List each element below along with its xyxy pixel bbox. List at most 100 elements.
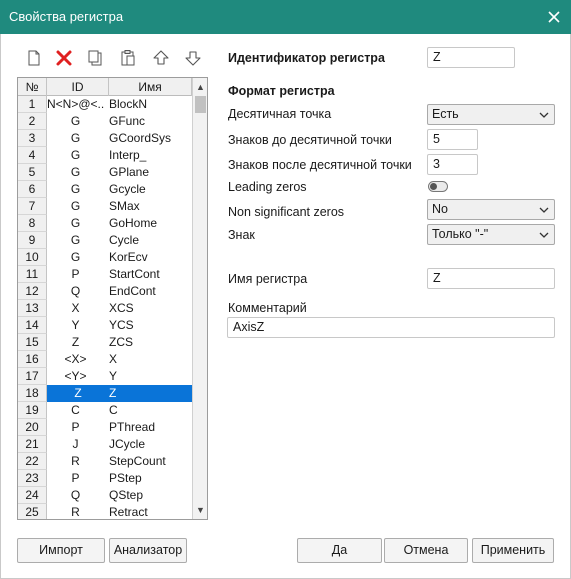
table-scrollbar[interactable]: ▲ ▼ xyxy=(192,78,207,519)
row-name: GCoordSys xyxy=(109,131,172,145)
table-row[interactable]: 20 P PThread xyxy=(18,419,192,436)
move-up-icon[interactable] xyxy=(152,49,170,67)
table-row[interactable]: 8 G GoHome xyxy=(18,215,192,232)
table-row[interactable]: 16 <X> X xyxy=(18,351,192,368)
leading-zeros-toggle[interactable] xyxy=(428,181,448,192)
comment-input[interactable]: AxisZ xyxy=(227,317,555,338)
table-row[interactable]: 25 R Retract xyxy=(18,504,192,519)
analyzer-button[interactable]: Анализатор xyxy=(109,538,187,563)
row-name: ZCS xyxy=(109,335,133,349)
import-button[interactable]: Импорт xyxy=(17,538,105,563)
table-row[interactable]: 21 J JCycle xyxy=(18,436,192,453)
row-number: 21 xyxy=(18,436,47,453)
row-name: SMax xyxy=(109,199,140,213)
apply-button[interactable]: Применить xyxy=(472,538,554,563)
table-row[interactable]: 12 Q EndCont xyxy=(18,283,192,300)
table-row[interactable]: 7 G SMax xyxy=(18,198,192,215)
row-number: 20 xyxy=(18,419,47,436)
row-number: 1 xyxy=(18,96,47,113)
table-row[interactable]: 14 Y YCS xyxy=(18,317,192,334)
register-table[interactable]: № ID Имя 1 N<N>@<... BlockN 2 G GFunc 3 G GCoord… xyxy=(17,77,208,520)
row-name: Interp_ xyxy=(109,148,147,162)
row-number: 23 xyxy=(18,470,47,487)
table-row[interactable]: 18 Z Z xyxy=(18,385,192,402)
column-header-num[interactable]: № xyxy=(18,78,47,96)
table-row[interactable]: 23 P PStep xyxy=(18,470,192,487)
table-row[interactable]: 1 N<N>@<... BlockN xyxy=(18,96,192,113)
new-file-icon[interactable] xyxy=(25,49,43,67)
move-down-icon[interactable] xyxy=(184,49,202,67)
table-row[interactable]: 22 R StepCount xyxy=(18,453,192,470)
table-header: № ID Имя xyxy=(18,78,192,96)
column-header-id[interactable]: ID xyxy=(47,78,109,96)
row-id: G xyxy=(70,165,81,179)
row-id: Y xyxy=(71,318,80,332)
table-row[interactable]: 24 Q QStep xyxy=(18,487,192,504)
row-number: 14 xyxy=(18,317,47,334)
table-row[interactable]: 11 P StartCont xyxy=(18,266,192,283)
table-row[interactable]: 5 G GPlane xyxy=(18,164,192,181)
row-id: G xyxy=(70,199,81,213)
row-id: Z xyxy=(71,335,80,349)
row-number: 25 xyxy=(18,504,47,519)
decimal-point-label: Десятичная точка xyxy=(228,107,332,121)
register-name-input[interactable]: Z xyxy=(427,268,555,289)
scrollbar-thumb[interactable] xyxy=(195,96,206,113)
table-row[interactable]: 3 G GCoordSys xyxy=(18,130,192,147)
row-id: R xyxy=(71,505,80,519)
column-header-name[interactable]: Имя xyxy=(109,78,192,96)
digits-before-input[interactable]: 5 xyxy=(427,129,478,150)
non-significant-zeros-select[interactable]: No xyxy=(427,199,555,220)
table-row[interactable]: 15 Z ZCS xyxy=(18,334,192,351)
row-name: QStep xyxy=(109,488,144,502)
leading-zeros-label: Leading zeros xyxy=(228,180,307,194)
sign-label: Знак xyxy=(228,228,255,242)
row-id: G xyxy=(70,114,81,128)
close-icon[interactable] xyxy=(543,6,565,28)
row-name: StartCont xyxy=(109,267,160,281)
comment-label: Комментарий xyxy=(228,301,307,315)
row-id: Q xyxy=(70,488,81,502)
copy-icon[interactable] xyxy=(86,49,104,67)
table-row[interactable]: 2 G GFunc xyxy=(18,113,192,130)
row-name: PStep xyxy=(109,471,142,485)
row-id: G xyxy=(70,182,81,196)
row-number: 18 xyxy=(18,385,47,402)
sign-select[interactable]: Только "-" xyxy=(427,224,555,245)
toggle-knob xyxy=(430,183,437,190)
row-name: XCS xyxy=(109,301,134,315)
paste-icon[interactable] xyxy=(119,49,137,67)
row-number: 24 xyxy=(18,487,47,504)
delete-icon[interactable] xyxy=(55,49,73,67)
row-number: 2 xyxy=(18,113,47,130)
row-id: P xyxy=(71,267,80,281)
table-row[interactable]: 10 G KorEcv xyxy=(18,249,192,266)
table-row[interactable]: 13 X XCS xyxy=(18,300,192,317)
row-name: PThread xyxy=(109,420,156,434)
decimal-point-select[interactable]: Есть xyxy=(427,104,555,125)
digits-after-input[interactable]: 3 xyxy=(427,154,478,175)
row-id: P xyxy=(71,420,80,434)
cancel-button[interactable]: Отмена xyxy=(384,538,468,563)
row-id: Q xyxy=(70,284,81,298)
table-row[interactable]: 9 G Cycle xyxy=(18,232,192,249)
row-number: 12 xyxy=(18,283,47,300)
row-id: X xyxy=(71,301,80,315)
row-number: 10 xyxy=(18,249,47,266)
identifier-input[interactable]: Z xyxy=(427,47,515,68)
row-name: EndCont xyxy=(109,284,156,298)
table-row[interactable]: 19 C C xyxy=(18,402,192,419)
sign-value: Только "-" xyxy=(432,227,489,241)
ok-button[interactable]: Да xyxy=(297,538,382,563)
scroll-up-icon[interactable]: ▲ xyxy=(193,80,207,94)
row-name: Z xyxy=(109,385,192,402)
table-row[interactable]: 17 <Y> Y xyxy=(18,368,192,385)
row-id: <Y> xyxy=(64,369,87,383)
row-id: C xyxy=(71,403,80,417)
scroll-down-icon[interactable]: ▼ xyxy=(193,503,207,517)
table-row[interactable]: 6 G Gcycle xyxy=(18,181,192,198)
row-name: X xyxy=(109,352,118,366)
row-number: 11 xyxy=(18,266,47,283)
table-row[interactable]: 4 G Interp_ xyxy=(18,147,192,164)
row-id: G xyxy=(70,250,81,264)
